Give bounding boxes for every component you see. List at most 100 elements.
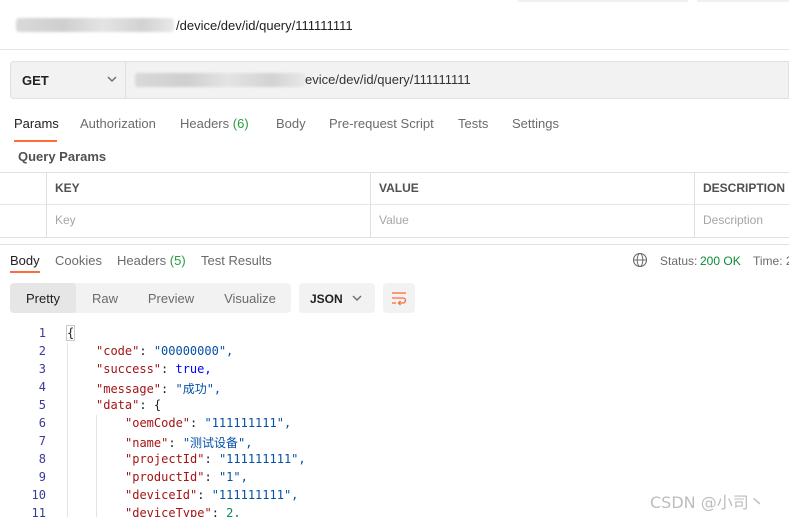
active-tab-indicator (14, 140, 57, 142)
response-tab-headers-label: Headers (117, 253, 167, 268)
method-select[interactable]: GET (11, 62, 126, 98)
line-number: 6 (38, 416, 46, 430)
json-key: "data" (96, 398, 140, 412)
json-value: true, (175, 362, 212, 376)
redacted-host (16, 18, 174, 32)
json-value: "111111111", (204, 416, 292, 430)
code-line: 7 "name": "测试设备", (0, 433, 789, 451)
column-header-key: KEY (46, 173, 370, 205)
url-input[interactable]: evice/dev/id/query/111111111 (305, 72, 471, 87)
code-line: 4 "message": "成功", (0, 379, 789, 397)
table-header-row: KEY VALUE DESCRIPTION (0, 173, 789, 205)
line-number: 9 (38, 470, 46, 484)
mode-label: Visualize (224, 291, 276, 306)
active-response-tab-indicator (10, 271, 40, 273)
key-input[interactable]: Key (46, 205, 370, 237)
code-text: "data": { (96, 398, 162, 412)
line-number: 8 (38, 452, 46, 466)
line-number: 1 (38, 326, 46, 340)
wrap-lines-icon (392, 292, 407, 306)
code-text: "productId": "1", (125, 470, 248, 484)
time-label: Time: 2 (753, 254, 789, 268)
code-line: 2 "code": "00000000", (0, 343, 789, 361)
tab-authorization[interactable]: Authorization (80, 116, 156, 131)
tab-strip-divider (518, 0, 688, 2)
json-key: "productId" (125, 470, 205, 484)
json-value: "测试设备", (182, 436, 253, 450)
header-label: KEY (55, 181, 80, 195)
response-tabs: Body Cookies Headers (5) Test Results St… (0, 244, 789, 274)
tab-headers-count: (6) (232, 116, 249, 131)
status-label: Status: (660, 254, 698, 268)
language-select[interactable]: JSON (299, 283, 375, 313)
table-row: Key Value Description (0, 205, 789, 237)
tab-settings[interactable]: Settings (512, 116, 559, 131)
json-key: "name" (125, 436, 169, 450)
request-title: /device/dev/id/query/111111111 (176, 18, 353, 33)
response-tab-headers-count: (5) (169, 253, 186, 268)
json-value: "1", (218, 470, 248, 484)
json-key: "deviceType" (125, 506, 212, 517)
language-label: JSON (310, 292, 343, 306)
wrap-lines-button[interactable] (383, 283, 415, 313)
header-label: DESCRIPTION (703, 181, 786, 195)
line-number: 2 (38, 344, 46, 358)
json-value: "00000000", (153, 344, 234, 358)
tab-headers[interactable]: Headers (6) (180, 116, 249, 131)
code-text: "code": "00000000", (96, 344, 234, 358)
response-tab-headers[interactable]: Headers (5) (117, 253, 186, 268)
tab-pre-request-script[interactable]: Pre-request Script (329, 116, 434, 131)
code-line: 9 "productId": "1", (0, 469, 789, 487)
code-text: "success": true, (96, 362, 212, 376)
key-placeholder: Key (55, 213, 76, 227)
response-tab-cookies[interactable]: Cookies (55, 253, 102, 268)
json-key: "oemCode" (125, 416, 191, 430)
status-value[interactable]: 200 OK (700, 254, 741, 268)
json-value: "111111111", (211, 488, 299, 502)
mode-pretty-button[interactable]: Pretty (10, 283, 76, 313)
response-tab-body[interactable]: Body (10, 253, 40, 268)
json-value: 2, (226, 506, 241, 517)
line-number: 10 (31, 488, 46, 502)
redacted-url-host (135, 73, 305, 87)
description-placeholder: Description (703, 213, 764, 227)
code-text: "projectId": "111111111", (125, 452, 306, 466)
code-line: 8 "projectId": "111111111", (0, 451, 789, 469)
code-text: "oemCode": "111111111", (125, 416, 292, 430)
watermark: CSDN @小司丶 (650, 493, 765, 512)
json-value: { (153, 398, 162, 412)
request-title-bar: /device/dev/id/query/111111111 (0, 0, 789, 50)
code-line: 1{ (0, 325, 789, 343)
column-header-value: VALUE (370, 173, 694, 205)
header-label: VALUE (379, 181, 419, 195)
mode-label: Pretty (26, 291, 60, 306)
code-text: "message": "成功", (96, 382, 222, 396)
query-params-title: Query Params (18, 149, 107, 164)
value-placeholder: Value (379, 213, 409, 227)
mode-raw-button[interactable]: Raw (80, 283, 130, 313)
code-line: 6 "oemCode": "111111111", (0, 415, 789, 433)
code-text: "deviceId": "111111111", (125, 488, 299, 502)
tab-body[interactable]: Body (276, 116, 306, 131)
line-number: 3 (38, 362, 46, 376)
json-key: "deviceId" (125, 488, 198, 502)
globe-icon[interactable] (632, 252, 648, 268)
value-input[interactable]: Value (370, 205, 694, 237)
chevron-down-icon (352, 295, 362, 301)
line-number: 5 (38, 398, 46, 412)
json-value: { (65, 325, 76, 341)
line-number: 11 (31, 506, 46, 517)
code-line: 5 "data": { (0, 397, 789, 415)
description-input[interactable]: Description (694, 205, 789, 237)
response-tab-test-results[interactable]: Test Results (201, 253, 272, 268)
tab-tests[interactable]: Tests (458, 116, 488, 131)
code-line: 3 "success": true, (0, 361, 789, 379)
json-key: "projectId" (125, 452, 205, 466)
mode-preview-button[interactable]: Preview (136, 283, 206, 313)
json-key: "success" (96, 362, 162, 376)
tab-params[interactable]: Params (14, 116, 59, 131)
line-number: 4 (38, 380, 46, 394)
chevron-down-icon (107, 76, 117, 82)
mode-label: Preview (147, 291, 195, 306)
mode-visualize-button[interactable]: Visualize (212, 283, 288, 313)
